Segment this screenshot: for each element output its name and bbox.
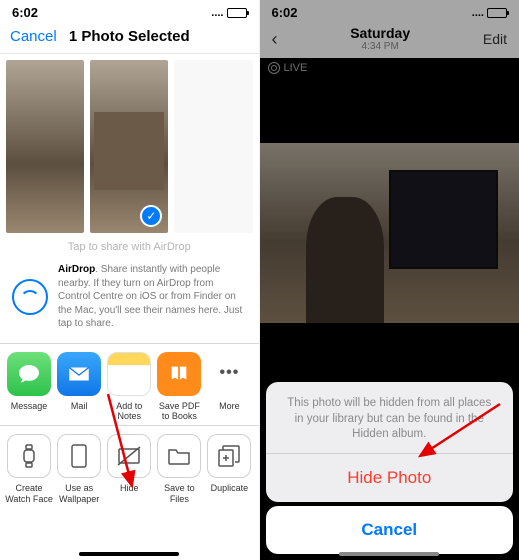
airdrop-description: AirDrop. Share instantly with people nea… <box>58 263 247 331</box>
watch-icon <box>7 434 51 478</box>
action-label: Mail <box>71 401 88 411</box>
action-label: Save to Files <box>164 483 195 503</box>
status-time: 6:02 <box>12 5 38 20</box>
thumbnail-selected[interactable] <box>90 60 168 233</box>
hide-photo-button[interactable]: Hide Photo <box>266 453 514 502</box>
battery-icon <box>227 8 247 18</box>
notes-icon <box>107 352 151 396</box>
action-label: Message <box>11 401 48 411</box>
wallpaper-icon <box>57 434 101 478</box>
use-as-wallpaper[interactable]: Use as Wallpaper <box>54 434 104 504</box>
share-message[interactable]: Message <box>4 352 54 422</box>
action-label: Duplicate <box>211 483 249 493</box>
share-more[interactable]: ••• More <box>204 352 254 422</box>
photo-thumbnails <box>0 54 259 239</box>
share-books[interactable]: Save PDF to Books <box>154 352 204 422</box>
action-label: Use as Wallpaper <box>59 483 99 503</box>
thumbnail[interactable] <box>174 60 252 233</box>
airdrop-hint: Tap to share with AirDrop <box>0 239 259 259</box>
hide-icon <box>107 434 151 478</box>
share-sheet-screen: 6:02 .... Cancel 1 Photo Selected Tap to… <box>0 0 260 560</box>
sheet-message: This photo will be hidden from all place… <box>266 382 514 453</box>
hide-action[interactable]: Hide <box>104 434 154 504</box>
nav-bar: Cancel 1 Photo Selected <box>0 22 259 54</box>
mail-icon <box>57 352 101 396</box>
folder-icon <box>157 434 201 478</box>
cancel-button[interactable]: Cancel <box>10 28 57 45</box>
share-notes[interactable]: Add to Notes <box>104 352 154 422</box>
share-mail[interactable]: Mail <box>54 352 104 422</box>
status-bar: 6:02 .... <box>0 0 259 22</box>
airdrop-icon <box>12 279 48 315</box>
message-icon <box>7 352 51 396</box>
thumbnail[interactable] <box>6 60 84 233</box>
system-actions-row: Create Watch Face Use as Wallpaper Hide … <box>0 426 259 512</box>
action-label: Save PDF to Books <box>159 401 200 421</box>
cancel-button[interactable]: Cancel <box>266 506 514 554</box>
action-label: Add to Notes <box>116 401 142 421</box>
books-icon <box>157 352 201 396</box>
action-label: Create Watch Face <box>5 483 53 503</box>
action-label: More <box>219 401 240 411</box>
signal-dots: .... <box>211 7 223 19</box>
save-to-files[interactable]: Save to Files <box>154 434 204 504</box>
action-label: Hide <box>120 483 139 493</box>
create-watch-face[interactable]: Create Watch Face <box>4 434 54 504</box>
duplicate-icon <box>207 434 251 478</box>
home-indicator[interactable] <box>339 552 439 556</box>
app-actions-row: Message Mail Add to Notes Save PDF to Bo… <box>0 344 259 427</box>
action-sheet: This photo will be hidden from all place… <box>266 382 514 502</box>
airdrop-row[interactable]: AirDrop. Share instantly with people nea… <box>0 259 259 344</box>
more-icon: ••• <box>207 352 251 396</box>
home-indicator[interactable] <box>79 552 179 556</box>
duplicate-action[interactable]: Duplicate <box>204 434 254 504</box>
hide-photo-screen: 6:02 .... ‹ Saturday 4:34 PM Edit LIVE T… <box>260 0 519 560</box>
